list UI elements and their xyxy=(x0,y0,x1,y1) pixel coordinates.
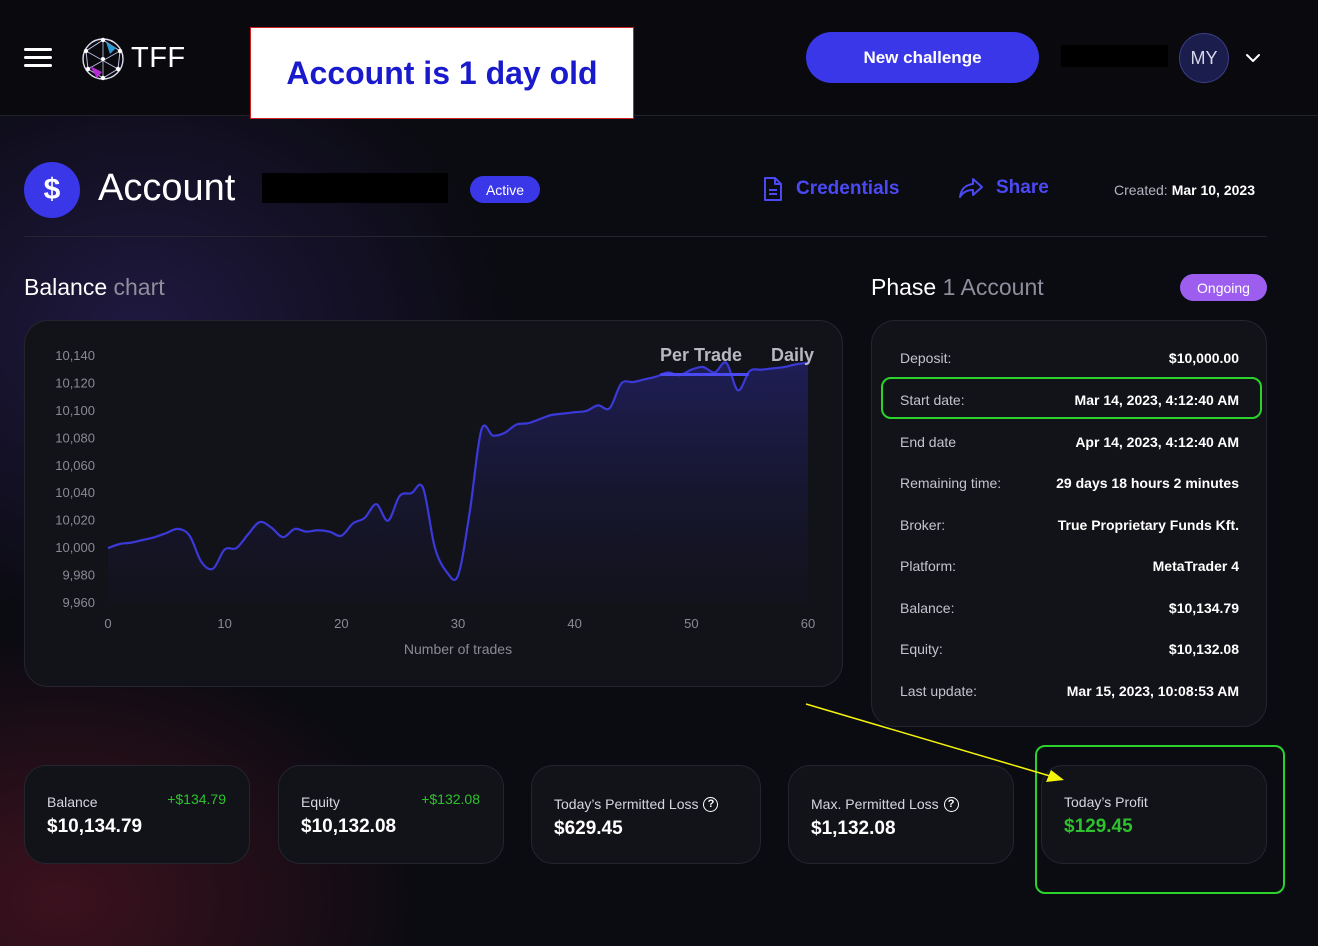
share-label: Share xyxy=(996,177,1049,198)
stat-value: $1,132.08 xyxy=(811,818,896,839)
stat-value: $629.45 xyxy=(554,818,623,839)
y-tick-label: 10,060 xyxy=(55,458,95,473)
stat-card-todays-permitted-loss: Today’s Permitted Loss? $629.45 xyxy=(531,765,761,864)
stat-delta: +$132.08 xyxy=(421,791,480,807)
stat-label-wrap: Today’s Permitted Loss? xyxy=(554,796,719,812)
phase-title-main: Phase xyxy=(871,274,937,300)
stat-delta: +$134.79 xyxy=(167,791,226,807)
x-tick-label: 10 xyxy=(217,616,231,631)
menu-icon[interactable] xyxy=(24,46,52,70)
tab-active-indicator xyxy=(660,373,749,376)
credentials-link[interactable]: Credentials xyxy=(762,176,899,202)
y-tick-label: 10,100 xyxy=(55,403,95,418)
logo-text: TFF xyxy=(131,42,186,74)
balance-chart-plot: 9,960 9,980 10,000 10,020 10,040 10,060 10,080… xyxy=(55,348,815,657)
info-value: Apr 14, 2023, 4:12:40 AM xyxy=(1075,434,1239,450)
created-value: Mar 10, 2023 xyxy=(1171,182,1255,198)
status-badge: Active xyxy=(470,176,540,203)
info-label: Last update: xyxy=(900,683,978,699)
info-row-deposit: Deposit: $10,000.00 xyxy=(900,347,1239,369)
info-value: $10,134.79 xyxy=(1168,600,1239,616)
stat-card-max-permitted-loss: Max. Permitted Loss? $1,132.08 xyxy=(788,765,1014,864)
info-label: Platform: xyxy=(900,558,957,574)
created-label: Created: xyxy=(1114,182,1168,198)
y-tick-label: 10,080 xyxy=(55,430,95,445)
y-tick-label: 10,020 xyxy=(55,513,95,528)
top-bar: TFF New challenge MY xyxy=(0,0,1318,116)
info-row-platform: Platform: MetaTrader 4 xyxy=(900,555,1239,577)
y-tick-label: 10,040 xyxy=(55,485,95,500)
info-row-balance: Balance: $10,134.79 xyxy=(900,597,1239,619)
stat-value: $10,132.08 xyxy=(301,816,397,837)
info-label: Deposit: xyxy=(900,350,952,366)
y-tick-label: 9,960 xyxy=(62,595,95,610)
info-label: Broker: xyxy=(900,517,946,533)
info-value: True Proprietary Funds Kft. xyxy=(1057,517,1239,533)
todays-profit-highlight xyxy=(1035,745,1285,894)
help-icon[interactable]: ? xyxy=(943,797,959,812)
tff-logo-icon xyxy=(82,37,124,81)
divider xyxy=(24,236,1267,237)
annotation-note: Account is 1 day old xyxy=(250,27,634,119)
stat-label: Balance xyxy=(47,794,98,810)
info-row-end-date: End date Apr 14, 2023, 4:12:40 AM xyxy=(900,431,1239,453)
y-tick-label: 10,120 xyxy=(55,375,95,390)
stat-value: $10,134.79 xyxy=(47,816,143,837)
info-value: $10,000.00 xyxy=(1168,350,1239,366)
document-icon xyxy=(764,177,782,201)
x-tick-label: 60 xyxy=(801,616,815,631)
redacted-account-id xyxy=(262,173,448,203)
info-row-last-update: Last update: Mar 15, 2023, 10:08:53 AM xyxy=(900,680,1239,702)
chevron-down-icon[interactable] xyxy=(1243,48,1263,68)
stat-label: Equity xyxy=(301,794,340,810)
info-value: MetaTrader 4 xyxy=(1152,558,1239,574)
balance-chart-title-main: Balance xyxy=(24,274,108,300)
stat-card-balance: Balance +$134.79 $10,134.79 xyxy=(24,765,250,864)
balance-chart-title-muted: chart xyxy=(113,274,165,300)
share-link[interactable]: Share xyxy=(958,176,1049,200)
info-label: Equity: xyxy=(900,641,943,657)
x-tick-label: 40 xyxy=(567,616,581,631)
phase-status-badge: Ongoing xyxy=(1180,274,1267,301)
y-tick-label: 10,140 xyxy=(55,348,95,363)
stat-label-wrap: Max. Permitted Loss? xyxy=(811,796,959,812)
phase-title-muted: 1 Account xyxy=(942,274,1044,300)
info-value: Mar 15, 2023, 10:08:53 AM xyxy=(1066,683,1239,699)
x-axis-label: Number of trades xyxy=(404,641,512,657)
info-row-remaining-time: Remaining time: 29 days 18 hours 2 minute… xyxy=(900,472,1239,494)
page-title: Account xyxy=(98,167,236,209)
y-tick-label: 9,980 xyxy=(62,568,95,583)
stat-label: Today’s Permitted Loss xyxy=(554,796,699,812)
y-tick-label: 10,000 xyxy=(55,540,95,555)
x-tick-label: 20 xyxy=(334,616,348,631)
help-icon[interactable]: ? xyxy=(703,797,719,812)
user-avatar[interactable]: MY xyxy=(1179,33,1229,83)
x-tick-label: 50 xyxy=(684,616,698,631)
info-row-equity: Equity: $10,132.08 xyxy=(900,638,1239,660)
info-value: 29 days 18 hours 2 minutes xyxy=(1056,475,1239,491)
x-tick-label: 0 xyxy=(104,616,111,631)
redacted-username xyxy=(1061,45,1168,67)
start-date-highlight xyxy=(881,377,1262,419)
info-value: $10,132.08 xyxy=(1168,641,1239,657)
dollar-icon: $ xyxy=(24,162,80,218)
stat-label: Max. Permitted Loss xyxy=(811,796,939,812)
balance-chart-title: Balance chart xyxy=(24,274,165,301)
created-date: Created: Mar 10, 2023 xyxy=(1114,182,1255,198)
info-label: Balance: xyxy=(900,600,955,616)
new-challenge-button[interactable]: New challenge xyxy=(806,32,1039,83)
tab-daily[interactable]: Daily xyxy=(771,345,814,366)
phase-title: Phase 1 Account xyxy=(871,274,1044,301)
stat-card-equity: Equity +$132.08 $10,132.08 xyxy=(278,765,504,864)
info-label: Remaining time: xyxy=(900,475,1002,491)
credentials-label: Credentials xyxy=(796,178,900,199)
tab-per-trade[interactable]: Per Trade xyxy=(660,345,742,366)
info-label: End date xyxy=(900,434,957,450)
info-row-broker: Broker: True Proprietary Funds Kft. xyxy=(900,514,1239,536)
x-tick-label: 30 xyxy=(451,616,465,631)
share-icon xyxy=(959,178,983,198)
balance-area xyxy=(108,362,808,603)
annotation-note-text: Account is 1 day old xyxy=(286,54,598,91)
